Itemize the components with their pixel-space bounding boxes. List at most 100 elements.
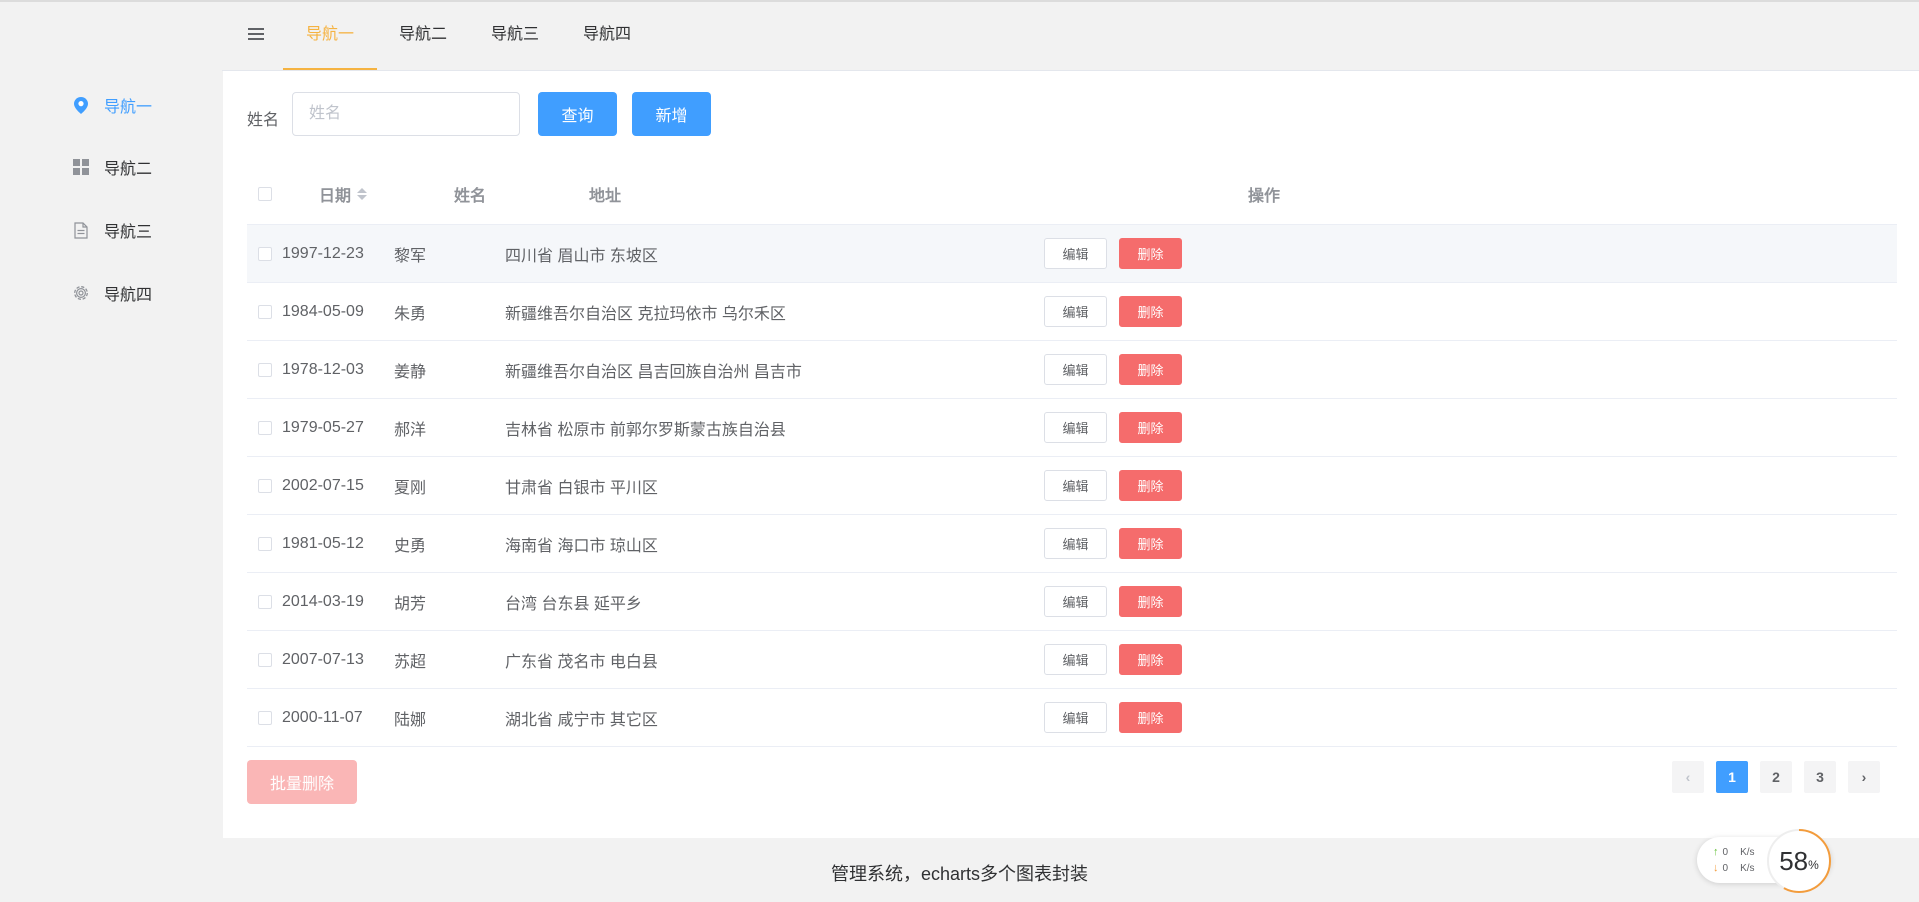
upload-speed-value: 0 bbox=[1722, 846, 1729, 858]
row-checkbox[interactable] bbox=[258, 710, 272, 725]
edit-button[interactable]: 编辑 bbox=[1044, 702, 1107, 733]
grid-icon bbox=[72, 158, 90, 176]
edit-button[interactable]: 编辑 bbox=[1044, 238, 1107, 269]
edit-button[interactable]: 编辑 bbox=[1044, 412, 1107, 443]
row-checkbox[interactable] bbox=[258, 420, 272, 435]
percent-sign: % bbox=[1808, 858, 1819, 872]
download-speed-unit: K/s bbox=[1740, 862, 1755, 874]
table-row: 2014-03-19 胡芳 台湾 台东县 延平乡 编辑 删除 bbox=[247, 573, 1897, 631]
upload-arrow-icon: ↑ bbox=[1713, 846, 1719, 858]
hamburger-icon[interactable] bbox=[248, 28, 264, 42]
row-date: 2007-07-13 bbox=[282, 650, 364, 668]
tab-nav4[interactable]: 导航四 bbox=[561, 2, 653, 70]
edit-button[interactable]: 编辑 bbox=[1044, 644, 1107, 675]
name-filter-label: 姓名 bbox=[247, 112, 280, 129]
batch-delete-button[interactable]: 批量删除 bbox=[247, 760, 357, 804]
row-actions: 编辑 删除 bbox=[1044, 283, 1182, 340]
row-name: 姜静 bbox=[394, 363, 427, 381]
table-row: 2002-07-15 夏刚 甘肃省 白银市 平川区 编辑 删除 bbox=[247, 457, 1897, 515]
delete-button[interactable]: 删除 bbox=[1119, 296, 1182, 327]
upload-speed-unit: K/s bbox=[1740, 846, 1755, 858]
row-checkbox[interactable] bbox=[258, 304, 272, 319]
table-body: 1997-12-23 黎军 四川省 眉山市 东坡区 编辑 删除 1984-05-09 朱勇新… bbox=[247, 225, 1897, 747]
add-button[interactable]: 新增 bbox=[632, 92, 711, 136]
row-date: 2014-03-19 bbox=[282, 592, 364, 610]
delete-button[interactable]: 删除 bbox=[1119, 412, 1182, 443]
sidebar-item-label: 导航四 bbox=[104, 287, 153, 304]
select-all-checkbox[interactable] bbox=[258, 186, 272, 201]
row-select-cell bbox=[258, 283, 272, 340]
edit-button[interactable]: 编辑 bbox=[1044, 296, 1107, 327]
sidebar-item-nav1[interactable]: 导航一 bbox=[72, 90, 152, 120]
percent-value: 58 bbox=[1779, 845, 1809, 876]
sort-caret-icon[interactable] bbox=[357, 187, 368, 200]
page-2-button[interactable]: 2 bbox=[1760, 761, 1792, 793]
table-row: 2000-11-07 陆娜 湖北省 咸宁市 其它区 编辑 删除 bbox=[247, 689, 1897, 747]
delete-button[interactable]: 删除 bbox=[1119, 354, 1182, 385]
query-button[interactable]: 查询 bbox=[538, 92, 617, 136]
row-checkbox[interactable] bbox=[258, 594, 272, 609]
row-select-cell bbox=[258, 457, 272, 514]
delete-button[interactable]: 删除 bbox=[1119, 528, 1182, 559]
tab-nav1[interactable]: 导航一 bbox=[283, 2, 377, 70]
download-arrow-icon: ↓ bbox=[1713, 862, 1719, 874]
row-checkbox[interactable] bbox=[258, 246, 272, 261]
next-page-button[interactable]: › bbox=[1848, 761, 1880, 793]
delete-button[interactable]: 删除 bbox=[1119, 702, 1182, 733]
sidebar-item-nav4[interactable]: 导航四 bbox=[72, 278, 152, 308]
row-date: 1979-05-27 bbox=[282, 418, 364, 436]
tab-nav2[interactable]: 导航二 bbox=[377, 2, 469, 70]
row-address: 台湾 台东县 延平乡 bbox=[505, 595, 642, 613]
row-address: 新疆维吾尔自治区 昌吉回族自治州 昌吉市 bbox=[505, 363, 802, 381]
table-header: 日期 姓名 地址 操作 bbox=[247, 163, 1897, 225]
header-address: 地址 bbox=[589, 187, 622, 205]
upload-speed: ↑ 0 K/s bbox=[1713, 846, 1755, 858]
row-date: 2000-11-07 bbox=[282, 708, 363, 726]
delete-button[interactable]: 删除 bbox=[1119, 586, 1182, 617]
row-name: 史勇 bbox=[394, 537, 427, 555]
row-actions: 编辑 删除 bbox=[1044, 341, 1182, 398]
row-actions: 编辑 删除 bbox=[1044, 689, 1182, 746]
page-3-button[interactable]: 3 bbox=[1804, 761, 1836, 793]
row-checkbox[interactable] bbox=[258, 652, 272, 667]
name-search-input[interactable] bbox=[292, 92, 520, 136]
row-checkbox[interactable] bbox=[258, 478, 272, 493]
row-address: 海南省 海口市 琼山区 bbox=[505, 537, 658, 555]
edit-button[interactable]: 编辑 bbox=[1044, 586, 1107, 617]
row-date: 1984-05-09 bbox=[282, 302, 364, 320]
delete-button[interactable]: 删除 bbox=[1119, 470, 1182, 501]
main-panel: 姓名 查询 新增 日期 姓名 地址 操作 1997-12-23 黎军 四川省 眉山市… bbox=[223, 71, 1919, 838]
row-date: 1978-12-03 bbox=[282, 360, 364, 378]
row-address: 甘肃省 白银市 平川区 bbox=[505, 479, 658, 497]
delete-button[interactable]: 删除 bbox=[1119, 644, 1182, 675]
row-address: 新疆维吾尔自治区 克拉玛依市 乌尔禾区 bbox=[505, 305, 786, 323]
edit-button[interactable]: 编辑 bbox=[1044, 354, 1107, 385]
sidebar-item-nav2[interactable]: 导航二 bbox=[72, 152, 152, 182]
row-select-cell bbox=[258, 631, 272, 688]
top-nav: 导航一 导航二 导航三 导航四 bbox=[222, 2, 1919, 71]
table-row: 2007-07-13 苏超 广东省 茂名市 电白县 编辑 删除 bbox=[247, 631, 1897, 689]
edit-button[interactable]: 编辑 bbox=[1044, 470, 1107, 501]
sidebar-item-nav3[interactable]: 导航三 bbox=[72, 215, 152, 245]
table-row: 1984-05-09 朱勇 新疆维吾尔自治区 克拉玛依市 乌尔禾区 编辑 删除 bbox=[247, 283, 1897, 341]
table-row: 1979-05-27 郝洋 吉林省 松原市 前郭尔罗斯蒙古族自治县 编辑 删除 bbox=[247, 399, 1897, 457]
row-actions: 编辑 删除 bbox=[1044, 225, 1182, 282]
delete-button[interactable]: 删除 bbox=[1119, 238, 1182, 269]
row-checkbox[interactable] bbox=[258, 536, 272, 551]
row-actions: 编辑 删除 bbox=[1044, 399, 1182, 456]
edit-button[interactable]: 编辑 bbox=[1044, 528, 1107, 559]
document-icon bbox=[72, 221, 90, 239]
download-speed: ↓ 0 K/s bbox=[1713, 862, 1755, 874]
row-checkbox[interactable] bbox=[258, 362, 272, 377]
row-select-cell bbox=[258, 341, 272, 398]
header-date[interactable]: 日期 bbox=[319, 163, 368, 224]
header-actions: 操作 bbox=[1248, 187, 1281, 205]
row-name: 朱勇 bbox=[394, 305, 427, 323]
row-name: 黎军 bbox=[394, 247, 427, 265]
prev-page-button[interactable]: ‹ bbox=[1672, 761, 1704, 793]
tab-nav3[interactable]: 导航三 bbox=[469, 2, 561, 70]
row-address: 四川省 眉山市 东坡区 bbox=[505, 247, 658, 265]
row-address: 广东省 茂名市 电白县 bbox=[505, 653, 658, 671]
select-all-cell bbox=[258, 163, 272, 224]
page-1-button[interactable]: 1 bbox=[1716, 761, 1748, 793]
